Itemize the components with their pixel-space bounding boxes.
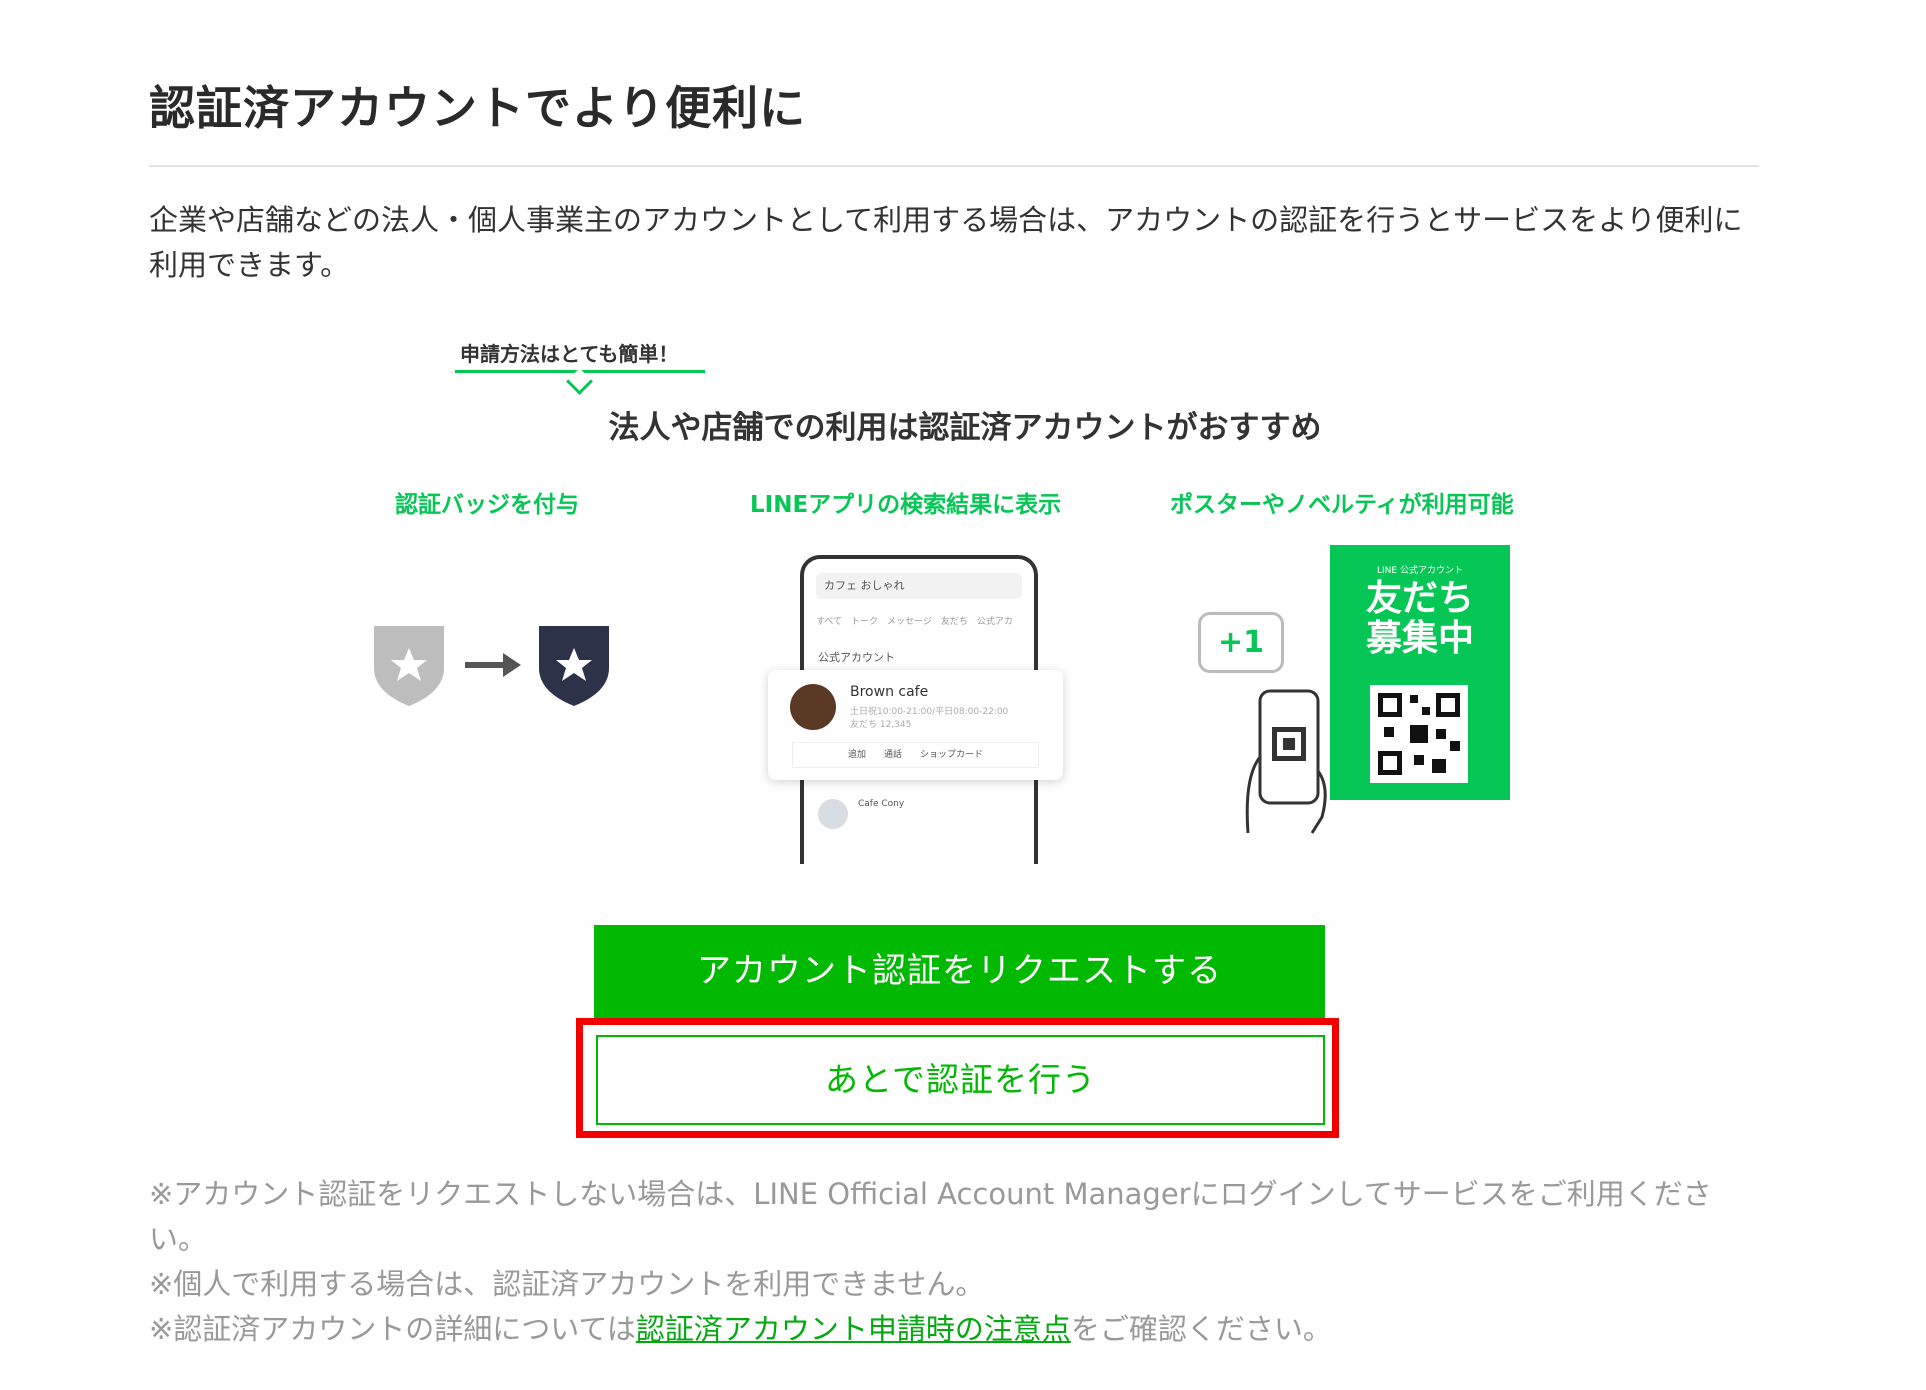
phone-search-bar: カフェ おしゃれ — [816, 573, 1022, 599]
phone-row-name: Cafe Cony — [858, 799, 905, 809]
notes-section: ※アカウント認証をリクエストしない場合は、LINE Official Accou… — [149, 1172, 1769, 1352]
promo-illustration: 申請方法はとても簡単！ 法人や店舗での利用は認証済アカウントがおすすめ 認証バッ… — [350, 330, 1580, 864]
phone-section-label: 公式アカウント — [818, 651, 895, 664]
request-verification-button[interactable]: アカウント認証をリクエストする — [594, 925, 1325, 1018]
cafe-avatar — [790, 684, 836, 730]
phone-tabs: すべて トーク メッセージ 友だち 公式アカ — [816, 617, 1013, 627]
feature-label-poster: ポスターやノベルティが利用可能 — [1170, 492, 1514, 518]
page-title: 認証済アカウントでより便利に — [149, 81, 807, 135]
title-divider — [149, 165, 1759, 167]
poster-caption: LINE 公式アカウント — [1377, 566, 1463, 576]
card-actions: 追加 通話 ショップカード — [792, 742, 1039, 768]
card-details: 土日祝10:00-21:00/平日08:00-22:00 友だち 12,345 — [850, 707, 1009, 730]
verified-badge-icon — [539, 626, 609, 706]
feature-label-badge: 認証バッジを付与 — [395, 492, 579, 518]
arrow-right-icon — [465, 653, 521, 677]
card-name: Brown cafe — [850, 684, 929, 700]
phone-row-avatar — [818, 799, 848, 829]
qr-code-icon — [1370, 685, 1468, 783]
recruit-poster: LINE 公式アカウント 友だち 募集中 — [1330, 545, 1510, 800]
note-personal-use: ※個人で利用する場合は、認証済アカウントを利用できません。 — [149, 1267, 985, 1301]
gray-badge-icon — [374, 626, 444, 706]
poster-title: 友だち 募集中 — [1365, 578, 1474, 659]
verification-notes-link[interactable]: 認証済アカウント申請時の注意点 — [636, 1312, 1071, 1346]
note-details: ※認証済アカウントの詳細については認証済アカウント申請時の注意点をご確認ください… — [149, 1312, 1332, 1346]
hand-phone-icon — [1245, 689, 1327, 834]
intro-text: 企業や店舗などの法人・個人事業主のアカウントとして利用する場合は、アカウントの認… — [149, 203, 1743, 282]
promo-tag: 申請方法はとても簡単！ — [460, 342, 679, 366]
badge-illustration — [370, 620, 630, 720]
feature-label-search: LINEアプリの検索結果に表示 — [750, 492, 1062, 518]
note-no-request: ※アカウント認証をリクエストしない場合は、LINE Official Accou… — [149, 1177, 1712, 1256]
plus-one-text: +1 — [1217, 625, 1264, 660]
promo-headline: 法人や店舗での利用は認証済アカウントがおすすめ — [608, 410, 1322, 446]
verify-later-button[interactable]: あとで認証を行う — [596, 1035, 1325, 1125]
search-result-card: Brown cafe 土日祝10:00-21:00/平日08:00-22:00 … — [768, 670, 1063, 780]
plus-one-bubble: +1 — [1198, 612, 1284, 673]
